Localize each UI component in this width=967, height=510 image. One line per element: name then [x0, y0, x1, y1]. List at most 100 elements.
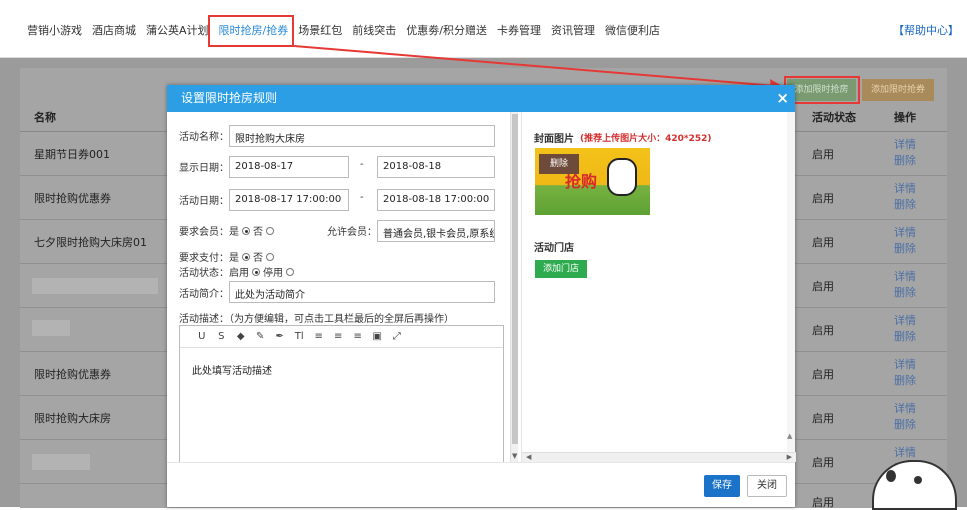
row-ops: 详情删除	[894, 269, 916, 301]
nav-item-frontline[interactable]: 前线突击	[347, 22, 401, 38]
detail-link[interactable]: 详情	[894, 358, 916, 371]
scroll-right-icon[interactable]: ▶	[787, 453, 792, 461]
row-name: 限时抢购大床房	[34, 412, 111, 425]
eraser-icon[interactable]: ◆	[231, 331, 251, 342]
nav-item-game[interactable]: 营销小游戏	[22, 22, 87, 38]
delete-link[interactable]: 删除	[894, 242, 916, 255]
act-date-from-input[interactable]: 2018-08-17 17:00:00	[229, 189, 349, 211]
row-status: 启用	[812, 324, 834, 337]
date-separator: -	[360, 159, 364, 170]
delete-cover-button[interactable]: 删除	[539, 154, 579, 174]
delete-link[interactable]: 删除	[894, 418, 916, 431]
rich-text-editor[interactable]: U S ◆ ✎ ✒ Tl ≡ ≡ ≡ ▣ ⤢ 此处填写活动描述	[179, 325, 504, 462]
brush-icon[interactable]: ✒	[270, 331, 290, 342]
activity-status-label: 活动状态：启用	[179, 268, 249, 279]
delete-link[interactable]: 删除	[894, 198, 916, 211]
nav-item-red-packet[interactable]: 场景红包	[293, 22, 347, 38]
add-flash-coupon-button[interactable]: 添加限时抢券	[862, 79, 934, 101]
detail-link[interactable]: 详情	[894, 226, 916, 239]
align-left-icon[interactable]: ≡	[309, 331, 329, 342]
add-store-button[interactable]: 添加门店	[535, 260, 587, 278]
nav-item-plan-a[interactable]: 蒲公英A计划	[141, 22, 214, 38]
row-status: 启用	[812, 148, 834, 161]
font-size-icon[interactable]: Tl	[290, 331, 310, 342]
row-status: 启用	[812, 280, 834, 293]
row-name: 七夕限时抢购大床房01	[34, 236, 147, 249]
act-date-to-input[interactable]: 2018-08-18 17:00:00	[377, 189, 495, 211]
media-column: 封面图片 (推荐上传图片大小：420*252) 抢购 删除 活动门店 添加门店 …	[521, 112, 796, 462]
show-date-from-input[interactable]: 2018-08-17	[229, 156, 349, 178]
close-icon[interactable]: ×	[776, 85, 789, 112]
fullscreen-icon[interactable]: ⤢	[387, 331, 407, 342]
row-ops: 详情删除	[894, 225, 916, 257]
row-ops: 详情删除	[894, 181, 916, 213]
desc-label: 活动描述：（为方便编辑，可点击工具栏最后的全屏后再操作）	[179, 314, 454, 325]
detail-link[interactable]: 详情	[894, 182, 916, 195]
name-label: 活动名称：	[179, 132, 229, 143]
pay-required-row: 要求支付：是 否	[179, 249, 277, 264]
detail-link[interactable]: 详情	[894, 270, 916, 283]
row-ops: 详情删除	[894, 137, 916, 169]
form-column: 活动名称： 限时抢购大床房 显示日期： 2018-08-17 - 2018-08…	[167, 112, 518, 462]
cover-size-hint: (推荐上传图片大小：420*252)	[580, 134, 712, 144]
row-ops: 详情删除	[894, 401, 916, 433]
allow-member-select[interactable]: 普通会员,银卡会员,原系统	[377, 220, 495, 242]
detail-link[interactable]: 详情	[894, 314, 916, 327]
nav-item-news-manage[interactable]: 资讯管理	[546, 22, 600, 38]
strikethrough-icon[interactable]: S	[212, 331, 232, 342]
show-date-label: 显示日期：	[179, 163, 229, 174]
detail-link[interactable]: 详情	[894, 402, 916, 415]
detail-link[interactable]: 详情	[894, 138, 916, 151]
intro-input[interactable]: 此处为活动简介	[229, 281, 495, 303]
underline-icon[interactable]: U	[192, 331, 212, 342]
delete-link[interactable]: 删除	[894, 154, 916, 167]
dialog-title: 设置限时抢房规则	[181, 91, 278, 105]
media-vertical-scrollbar[interactable]: ▲	[787, 112, 795, 452]
pen-icon[interactable]: ✎	[251, 331, 271, 342]
close-button[interactable]: 关闭	[747, 475, 787, 497]
nav-item-coupon-points[interactable]: 优惠劵/积分赠送	[401, 22, 492, 38]
member-no-radio[interactable]	[266, 227, 274, 235]
pay-required-label: 要求支付：是	[179, 253, 239, 264]
status-enable-radio[interactable]	[252, 268, 260, 276]
pay-no-radio[interactable]	[266, 253, 274, 261]
row-ops: 详情删除	[894, 357, 916, 389]
member-required-row: 要求会员：是 否	[179, 223, 277, 238]
delete-link[interactable]: 删除	[894, 286, 916, 299]
image-icon[interactable]: ▣	[368, 331, 388, 342]
delete-link[interactable]: 删除	[894, 330, 916, 343]
scroll-up-icon[interactable]: ▲	[787, 432, 792, 440]
show-date-to-input[interactable]: 2018-08-18	[377, 156, 495, 178]
scroll-left-icon[interactable]: ◀	[526, 453, 531, 461]
col-name-header: 名称	[34, 111, 56, 124]
pay-yes-radio[interactable]	[242, 253, 250, 261]
cartoon-figure-icon	[607, 158, 637, 196]
member-yes-radio[interactable]	[242, 227, 250, 235]
highlight-box-nav	[208, 15, 294, 47]
delete-link[interactable]: 删除	[894, 374, 916, 387]
row-name: 星期节日券001	[34, 148, 110, 161]
status-stop-radio[interactable]	[286, 268, 294, 276]
row-ops: 详情删除	[894, 313, 916, 345]
form-scrollbar[interactable]: ▼	[510, 112, 518, 462]
row-name: 限时抢购优惠券	[34, 368, 111, 381]
redacted-name	[32, 278, 158, 294]
detail-link[interactable]: 详情	[894, 446, 916, 459]
save-button[interactable]: 保存	[704, 475, 740, 497]
align-center-icon[interactable]: ≡	[329, 331, 349, 342]
allow-member-label: 允许会员：	[327, 227, 377, 238]
help-center-link[interactable]: 【帮助中心】	[893, 22, 959, 38]
editor-toolbar: U S ◆ ✎ ✒ Tl ≡ ≡ ≡ ▣ ⤢	[180, 326, 503, 348]
nav-item-wechat-store[interactable]: 微信便利店	[600, 22, 665, 38]
redacted-name	[32, 320, 70, 336]
scrollbar-thumb[interactable]	[512, 114, 518, 444]
align-right-icon[interactable]: ≡	[348, 331, 368, 342]
activity-name-input[interactable]: 限时抢购大床房	[229, 125, 495, 147]
nav-item-card-manage[interactable]: 卡券管理	[492, 22, 546, 38]
editor-content[interactable]: 此处填写活动描述	[192, 362, 272, 377]
row-status: 启用	[812, 412, 834, 425]
scroll-down-icon[interactable]: ▼	[512, 452, 517, 460]
media-horizontal-scrollbar[interactable]: ◀ ▶	[522, 452, 796, 462]
col-ops-header: 操作	[894, 111, 916, 124]
nav-item-mall[interactable]: 酒店商城	[87, 22, 141, 38]
